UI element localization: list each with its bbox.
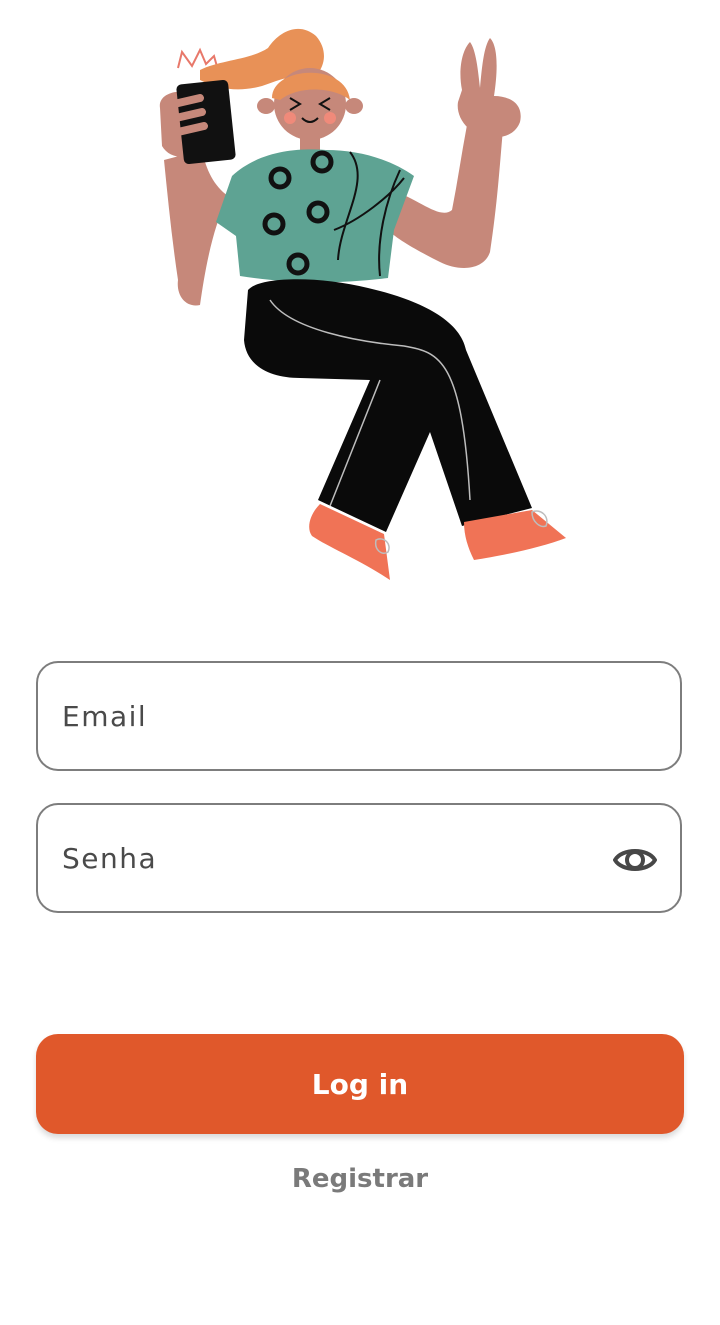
email-field[interactable] [36, 661, 682, 771]
password-input[interactable] [62, 805, 592, 911]
person-with-phone-illustration [159, 28, 566, 580]
register-link[interactable]: Registrar [0, 1164, 720, 1194]
password-field[interactable] [36, 803, 682, 913]
login-button[interactable]: Log in [36, 1034, 684, 1134]
email-input[interactable] [62, 663, 658, 769]
eye-icon[interactable] [612, 837, 658, 883]
